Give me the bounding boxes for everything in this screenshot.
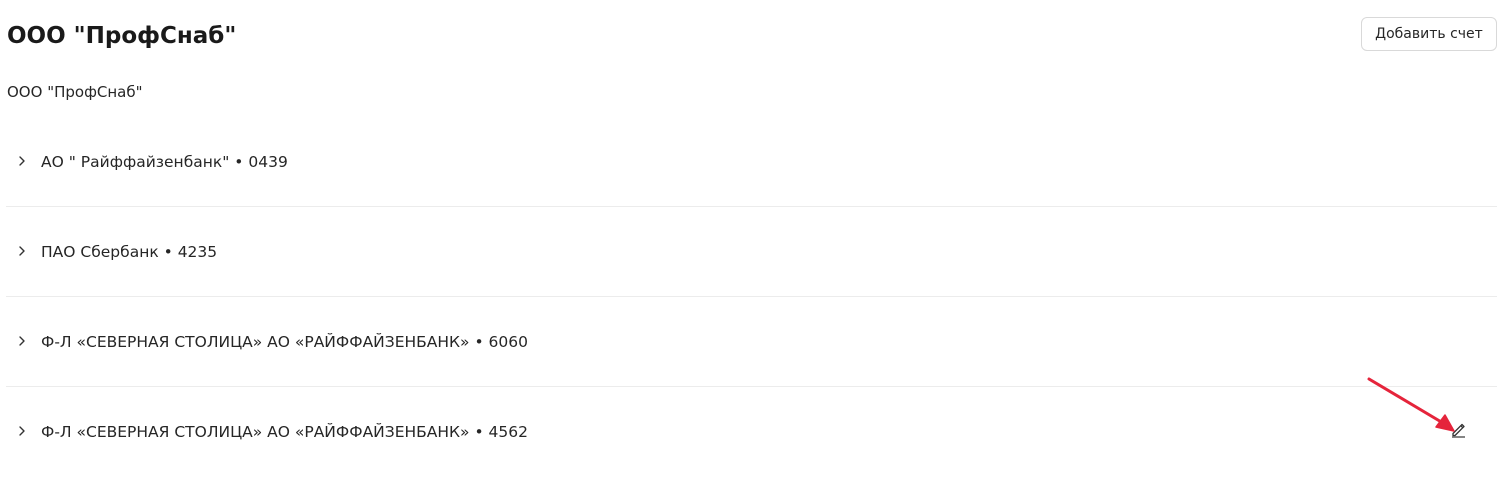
chevron-right-icon[interactable] <box>16 425 28 437</box>
company-name: ООО "ПрофСнаб" <box>7 83 143 101</box>
account-label: Ф-Л «СЕВЕРНАЯ СТОЛИЦА» АО «РАЙФФАЙЗЕНБАН… <box>41 333 528 351</box>
account-row[interactable]: АО " Райффайзенбанк" • 0439 <box>6 117 1497 207</box>
chevron-right-icon[interactable] <box>16 335 28 347</box>
account-label: АО " Райффайзенбанк" • 0439 <box>41 153 288 171</box>
account-row[interactable]: ПАО Сбербанк • 4235 <box>6 207 1497 297</box>
page-title: ООО "ПрофСнаб" <box>7 23 237 49</box>
account-row[interactable]: Ф-Л «СЕВЕРНАЯ СТОЛИЦА» АО «РАЙФФАЙЗЕНБАН… <box>6 297 1497 387</box>
add-account-button[interactable]: Добавить счет <box>1361 17 1497 51</box>
account-list: АО " Райффайзенбанк" • 0439 ПАО Сбербанк… <box>6 117 1497 477</box>
account-row[interactable]: Ф-Л «СЕВЕРНАЯ СТОЛИЦА» АО «РАЙФФАЙЗЕНБАН… <box>6 387 1497 477</box>
account-label: ПАО Сбербанк • 4235 <box>41 243 218 261</box>
chevron-right-icon[interactable] <box>16 245 28 257</box>
account-label: Ф-Л «СЕВЕРНАЯ СТОЛИЦА» АО «РАЙФФАЙЗЕНБАН… <box>41 423 528 441</box>
pencil-edit-icon[interactable] <box>1450 421 1467 438</box>
chevron-right-icon[interactable] <box>16 155 28 167</box>
